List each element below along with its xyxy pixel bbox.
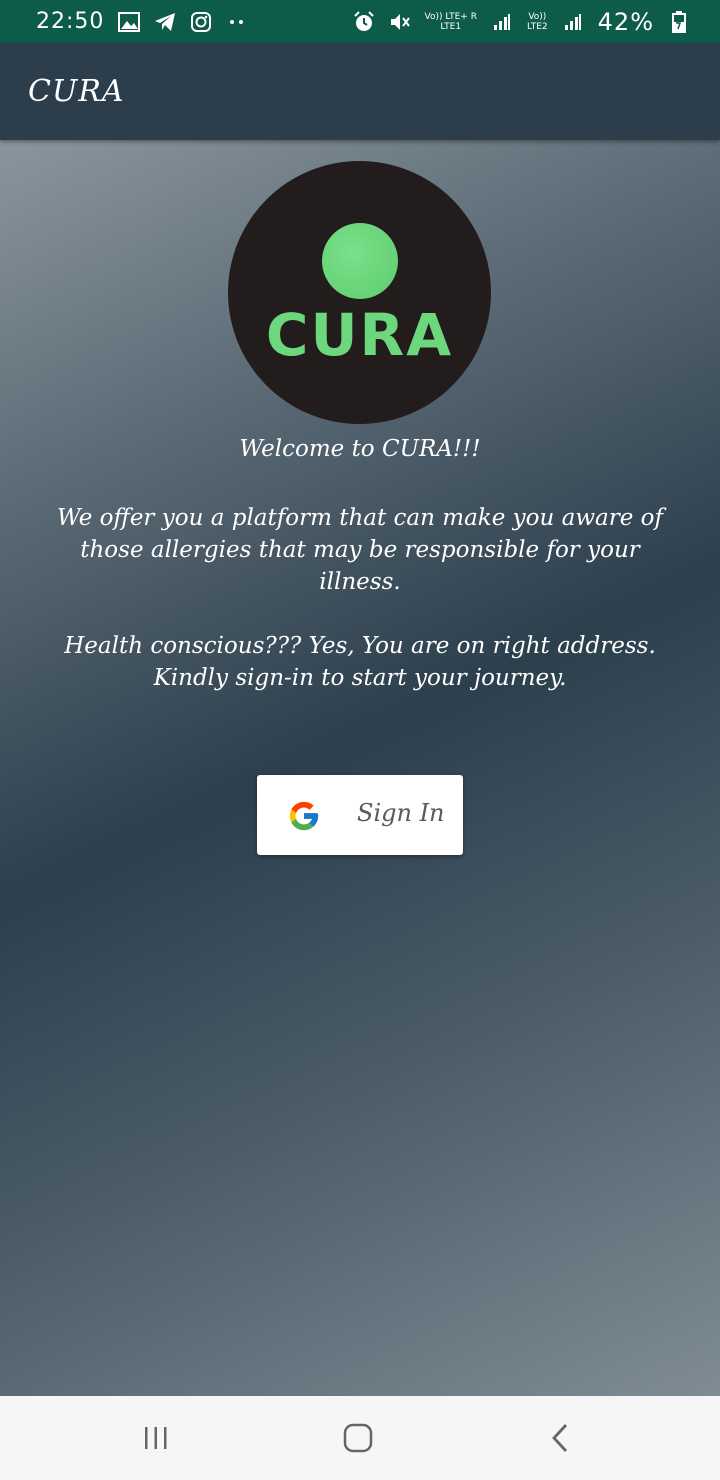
welcome-text: Welcome to CURA!!!	[239, 436, 481, 462]
recent-apps-icon	[145, 1427, 167, 1449]
logo-text: CURA	[265, 301, 454, 369]
back-button[interactable]	[540, 1418, 580, 1458]
network-lte2-label: Vo))	[528, 11, 547, 22]
intro-paragraph: We offer you a platform that can make yo…	[56, 505, 664, 595]
health-paragraph: Health conscious??? Yes, You are on righ…	[64, 633, 656, 691]
status-time: 22:50	[36, 9, 105, 34]
home-icon	[343, 1423, 373, 1453]
alarm-icon	[353, 10, 375, 33]
network-lte2: Vo)) LTE2	[527, 12, 548, 32]
google-icon	[287, 799, 321, 833]
system-nav-bar	[0, 1396, 720, 1480]
status-bar: 22:50 Vo)) LTE+ R LTE1 Vo)) LTE2 42%	[0, 0, 720, 43]
status-right: Vo)) LTE+ R LTE1 Vo)) LTE2 42%	[353, 8, 691, 36]
cura-logo: CURA	[228, 161, 491, 424]
network-lte1-sub: LTE1	[440, 21, 462, 32]
home-button[interactable]	[338, 1418, 378, 1458]
status-left: 22:50	[36, 9, 248, 34]
image-icon	[118, 11, 141, 33]
recent-apps-button[interactable]	[136, 1418, 176, 1458]
instagram-icon	[190, 11, 212, 33]
network-lte2-sub: LTE2	[526, 21, 548, 32]
battery-percent: 42%	[597, 7, 654, 36]
main-content: CURA Welcome to CURA!!! We offer you a p…	[0, 140, 720, 1396]
sign-in-label: Sign In	[357, 799, 445, 827]
app-title: CURA	[28, 74, 125, 109]
network-lte1: Vo)) LTE+ R LTE1	[425, 12, 477, 32]
network-lte1-label: Vo)) LTE+ R	[424, 11, 477, 22]
telegram-icon	[154, 11, 176, 33]
battery-icon	[668, 10, 690, 33]
signal-icon-2	[562, 11, 584, 33]
back-icon	[552, 1424, 568, 1452]
google-sign-in-button[interactable]: Sign In	[257, 775, 463, 855]
signal-icon	[491, 11, 513, 33]
app-bar: CURA	[0, 43, 720, 140]
mute-icon	[389, 11, 411, 33]
logo-dot-icon	[322, 223, 398, 299]
more-dots-icon	[226, 11, 248, 33]
